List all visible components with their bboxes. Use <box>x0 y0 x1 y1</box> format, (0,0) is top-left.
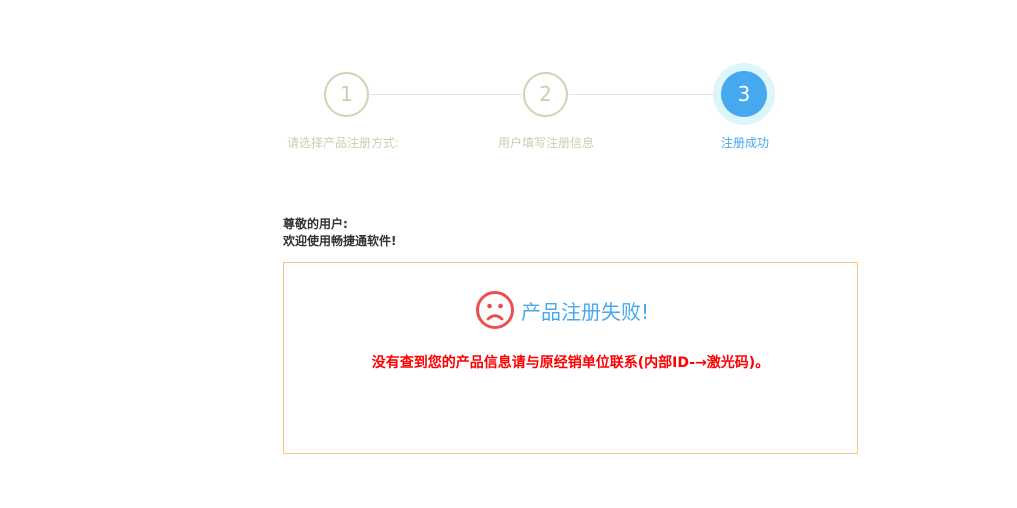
step-3-circle: 3 <box>721 71 767 117</box>
result-header: 产品注册失败! <box>475 288 649 332</box>
step-3-label: 注册成功 <box>720 136 769 150</box>
result-title: 产品注册失败! <box>521 299 650 324</box>
registration-page: 1 2 3 请选择产品注册方式: 用户填写注册信息 注册成功 尊敬的用户: 欢迎… <box>0 0 1017 508</box>
step-connector <box>569 94 714 95</box>
result-panel: 产品注册失败! 没有查到您的产品信息请与原经销单位联系(内部ID-→激光码)。 <box>283 262 858 454</box>
step-1-circle: 1 <box>324 72 369 117</box>
step-2-label: 用户填写注册信息 <box>497 136 594 150</box>
step-2-circle: 2 <box>523 72 568 117</box>
greeting-welcome: 欢迎使用畅捷通软件! <box>283 234 397 248</box>
sad-face-icon <box>476 291 514 329</box>
result-message: 没有查到您的产品信息请与原经销单位联系(内部ID-→激光码)。 <box>371 355 770 371</box>
step-1-label: 请选择产品注册方式: <box>286 136 400 150</box>
greeting-salutation: 尊敬的用户: <box>283 217 348 231</box>
registration-stepper: 1 2 3 请选择产品注册方式: 用户填写注册信息 注册成功 <box>0 0 1017 170</box>
greeting: 尊敬的用户: 欢迎使用畅捷通软件! <box>283 216 396 250</box>
step-connector <box>370 94 522 95</box>
